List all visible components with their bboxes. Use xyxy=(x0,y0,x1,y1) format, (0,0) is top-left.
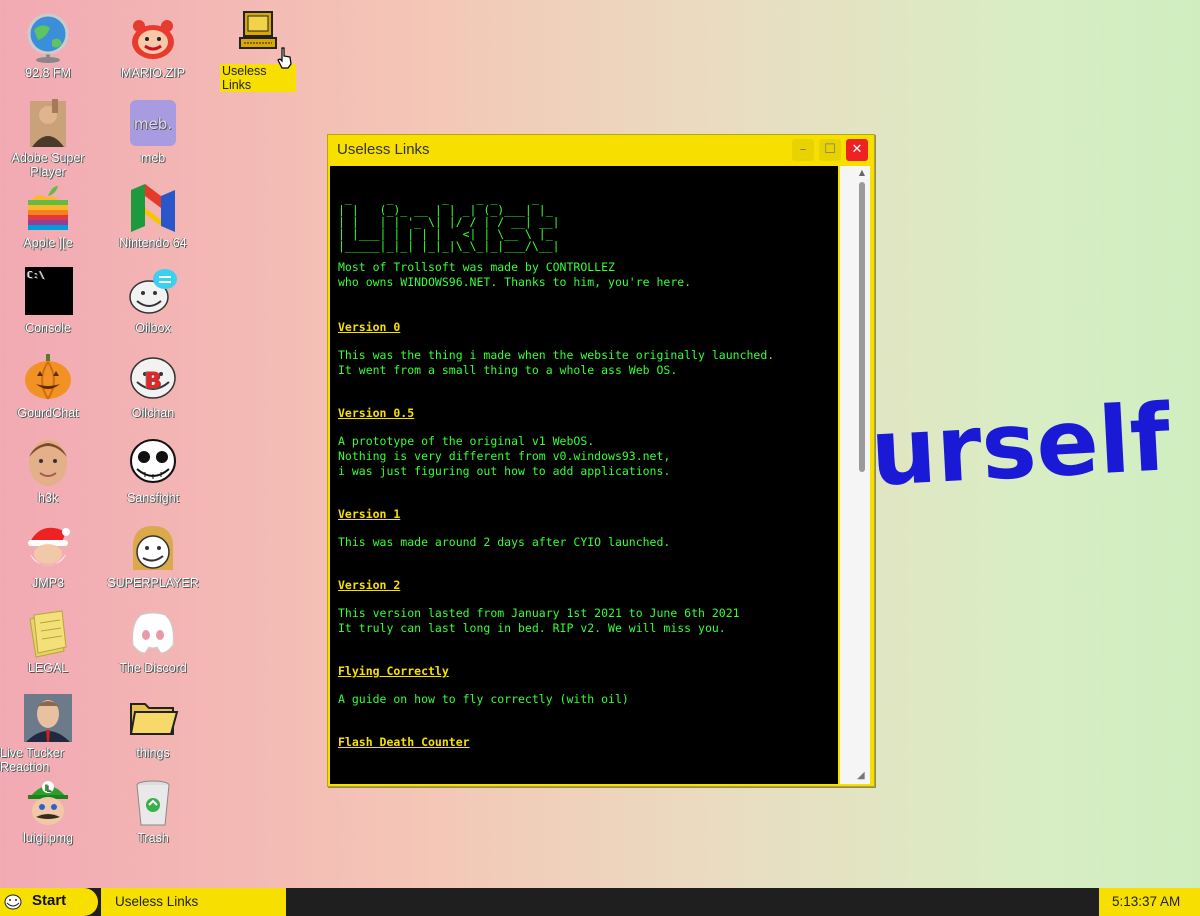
desktop-icon-adobe-super-player[interactable]: Adobe Super Player xyxy=(0,97,98,179)
useless-links-window: Useless Links – ☐ ✕ _ _ _ _ _ _ | | (_)_… xyxy=(327,134,875,787)
maximize-button[interactable]: ☐ xyxy=(819,139,841,161)
window-titlebar[interactable]: Useless Links – ☐ ✕ xyxy=(328,135,874,165)
section-text: This was the thing i made when the websi… xyxy=(338,348,775,377)
desktop-icon-apple-iie[interactable]: Apple ][e xyxy=(0,182,98,250)
desktop-icon-legal[interactable]: LEGAL xyxy=(0,607,98,675)
taskbar-item-label: Useless Links xyxy=(115,894,199,909)
desktop-icon-h3k[interactable]: h3k xyxy=(0,437,98,505)
desktop-icon-jmp3[interactable]: JMP3 xyxy=(0,522,98,590)
mario-face-icon xyxy=(132,20,174,59)
trollface-b-icon: B xyxy=(130,357,176,399)
scroll-up-arrow-icon[interactable]: ▲ xyxy=(855,166,869,180)
minimize-button[interactable]: – xyxy=(792,139,814,161)
face-portrait-icon xyxy=(29,440,67,486)
intro-text: Most of Trollsoft was made by CONTROLLEZ… xyxy=(338,260,692,289)
hand-cursor-icon xyxy=(277,47,292,69)
section-text: This version lasted from January 1st 202… xyxy=(338,606,740,635)
desktop-icon-nintendo-64[interactable]: Nintendo 64 xyxy=(103,182,203,250)
window-content: _ _ _ _ _ _ | | (_)_ __ | | _| (_)___| |… xyxy=(330,166,838,784)
desktop-icon-92-8-fm[interactable]: 92.8 FM xyxy=(0,12,98,80)
link-version-1[interactable]: Version 1 xyxy=(338,507,830,522)
n64-logo-icon xyxy=(131,184,175,232)
section-text: A prototype of the original v1 WebOS. No… xyxy=(338,434,671,478)
trollface-chat-icon xyxy=(129,269,177,314)
taskbar-item-useless-links[interactable]: Useless Links xyxy=(101,888,286,916)
man-portrait-icon xyxy=(30,99,66,147)
desktop-icon-superplayer[interactable]: SUPERPLAYER xyxy=(103,522,203,590)
legal-papers-icon xyxy=(29,610,67,658)
desktop-icon-sansfight[interactable]: Sansfight xyxy=(103,437,203,505)
link-flying-correctly[interactable]: Flying Correctly xyxy=(338,664,830,679)
desktop-icon-oilchan[interactable]: B Oilchan xyxy=(103,352,203,420)
start-label: Start xyxy=(32,892,67,909)
santa-icon xyxy=(28,527,70,566)
trash-icon xyxy=(136,780,170,826)
section-text: A guide on how to fly correctly (with oi… xyxy=(338,692,629,706)
desktop-icon-things[interactable]: things xyxy=(103,692,203,760)
desktop-icon-oilbox[interactable]: Oilbox xyxy=(103,267,203,335)
window-title: Useless Links xyxy=(337,141,430,158)
close-button[interactable]: ✕ xyxy=(846,139,868,161)
pumpkin-icon xyxy=(25,354,71,400)
ascii-art-logo: _ _ _ _ _ _ | | (_)_ __ | | _| (_)___| |… xyxy=(338,191,560,253)
apple-logo-icon xyxy=(28,186,68,230)
meme-face-icon xyxy=(132,526,174,570)
link-flash-death-counter[interactable]: Flash Death Counter xyxy=(338,735,830,750)
desktop-icon-trash[interactable]: Trash xyxy=(103,777,203,845)
globe-icon xyxy=(27,13,69,63)
link-version-2[interactable]: Version 2 xyxy=(338,578,830,593)
desktop-icon-gourdchat[interactable]: GourdChat xyxy=(0,352,98,420)
clock-time: 5:13:37 AM xyxy=(1112,894,1181,909)
console-icon: C:\ xyxy=(25,267,73,315)
desktop-icon-mario-zip[interactable]: MARIO.ZIP xyxy=(103,12,203,80)
desktop-icon-live-tucker-reaction[interactable]: Live Tucker Reaction xyxy=(0,692,98,774)
console-prompt-text: C:\ xyxy=(27,270,45,281)
desktop-icon-luigi-pmg[interactable]: L luigi.pmg xyxy=(0,777,98,845)
svg-text:meb.: meb. xyxy=(134,115,172,133)
svg-text:B: B xyxy=(145,369,162,394)
tucker-portrait-icon xyxy=(24,694,72,742)
discord-icon xyxy=(132,612,174,654)
section-text: This was made around 2 days after CYIO l… xyxy=(338,535,671,549)
taskbar-clock[interactable]: 5:13:37 AM xyxy=(1099,888,1200,916)
folder-icon xyxy=(129,703,179,735)
svg-text:L: L xyxy=(45,784,51,794)
trollface-start-icon xyxy=(4,894,22,910)
wallpaper-text: urself i xyxy=(868,382,1200,507)
desktop-icon-meb[interactable]: meb. meb xyxy=(103,97,203,165)
vertical-scrollbar[interactable]: ▲ ◢ xyxy=(840,166,870,784)
link-version-0-5[interactable]: Version 0.5 xyxy=(338,406,830,421)
start-button[interactable]: Start xyxy=(0,888,98,916)
meb-icon: meb. xyxy=(130,100,176,146)
resize-grip-icon[interactable]: ◢ xyxy=(857,770,869,782)
link-version-0[interactable]: Version 0 xyxy=(338,320,830,335)
desktop-icon-console[interactable]: C:\ Console xyxy=(0,267,98,335)
luigi-icon: L xyxy=(28,781,68,825)
skull-icon xyxy=(130,439,176,483)
desktop-icon-the-discord[interactable]: The Discord xyxy=(103,607,203,675)
scroll-thumb[interactable] xyxy=(859,182,865,472)
taskbar: Start Useless Links 5:13:37 AM xyxy=(0,888,1200,916)
